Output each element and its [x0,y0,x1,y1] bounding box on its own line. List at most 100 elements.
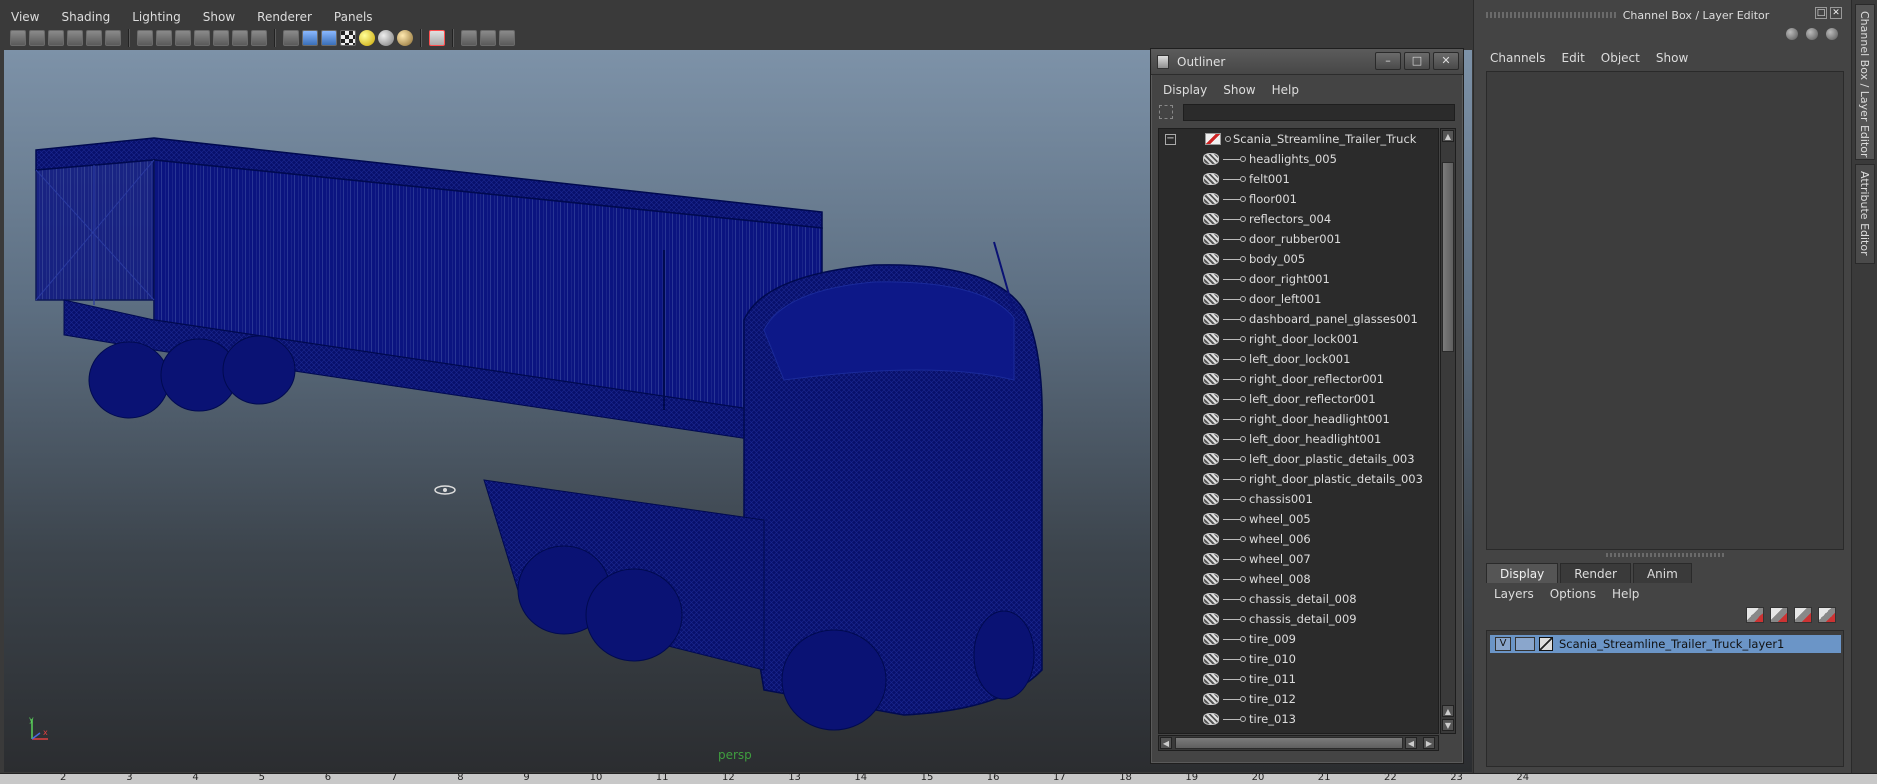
scroll-up-arrow-icon[interactable]: ▲ [1442,705,1454,717]
close-button[interactable]: ✕ [1433,52,1459,70]
filter-icon[interactable] [1159,105,1173,119]
menu-channels[interactable]: Channels [1482,51,1554,65]
tree-row[interactable]: left_door_lock001 [1159,349,1438,369]
minimize-button[interactable]: – [1375,52,1401,70]
gate-mask-icon[interactable] [194,30,210,46]
collapse-toggle[interactable]: − [1165,133,1176,145]
wireframe-icon[interactable] [283,30,299,46]
field-chart-icon[interactable] [213,30,229,46]
tree-row[interactable]: tire_011 [1159,669,1438,689]
horizontal-scroll-thumb[interactable] [1175,737,1403,749]
menu-lighting[interactable]: Lighting [121,10,192,24]
isolate-select-icon[interactable] [429,30,445,46]
layer-visibility-toggle[interactable]: V [1495,637,1511,651]
select-camera-icon[interactable] [10,30,26,46]
side-tab-channel-box[interactable]: Channel Box / Layer Editor [1855,4,1875,160]
menu-edit[interactable]: Edit [1554,51,1593,65]
tree-row[interactable]: chassis001 [1159,489,1438,509]
vertical-scroll-thumb[interactable] [1442,162,1454,352]
wireframe-on-shaded-icon[interactable] [321,30,337,46]
tree-row[interactable]: headlights_005 [1159,149,1438,169]
menu-options[interactable]: Options [1542,587,1604,601]
layer-color-swatch[interactable] [1539,637,1553,651]
tree-row[interactable]: reflectors_004 [1159,209,1438,229]
tree-row[interactable]: door_left001 [1159,289,1438,309]
image-plane-icon[interactable] [67,30,83,46]
menu-layers[interactable]: Layers [1486,587,1542,601]
tab-render[interactable]: Render [1560,563,1631,583]
shadows-icon[interactable] [378,30,394,46]
tree-row[interactable]: floor001 [1159,189,1438,209]
scroll-up-arrow-icon[interactable]: ▲ [1442,130,1454,142]
menu-view[interactable]: View [0,10,50,24]
bookmark-icon[interactable] [48,30,64,46]
outliner-titlebar[interactable]: Outliner – □ ✕ [1151,49,1463,75]
menu-show[interactable]: Show [192,10,246,24]
hyperbolic-icon[interactable] [1826,28,1838,40]
grid-icon[interactable] [137,30,153,46]
tree-row[interactable]: wheel_008 [1159,569,1438,589]
menu-show-channels[interactable]: Show [1648,51,1696,65]
resolution-gate-icon[interactable] [175,30,191,46]
move-layer-up-icon[interactable] [1746,607,1764,623]
outliner-menu-help[interactable]: Help [1264,83,1307,97]
tree-row[interactable]: left_door_headlight001 [1159,429,1438,449]
safe-title-icon[interactable] [251,30,267,46]
close-panel-button[interactable]: ✕ [1830,7,1842,19]
manipulator-pivot-icon[interactable] [434,485,456,495]
tree-row[interactable]: door_right001 [1159,269,1438,289]
scroll-right-arrow-icon[interactable]: ▶ [1423,737,1435,749]
textured-icon[interactable] [340,30,356,46]
tree-row[interactable]: wheel_005 [1159,509,1438,529]
tree-row-root[interactable]: − Scania_Streamline_Trailer_Truck [1159,129,1438,149]
ambient-occlusion-icon[interactable] [397,30,413,46]
side-tab-attribute-editor[interactable]: Attribute Editor [1855,164,1875,264]
menu-shading[interactable]: Shading [50,10,121,24]
scroll-left-arrow-icon[interactable]: ◀ [1160,737,1172,749]
xray-components-icon[interactable] [499,30,515,46]
new-empty-layer-icon[interactable] [1794,607,1812,623]
outliner-vertical-scrollbar[interactable]: ▲ ▲ ▼ [1440,128,1456,734]
xray-icon[interactable] [461,30,477,46]
trailer-wheels[interactable] [88,335,296,419]
menu-help[interactable]: Help [1604,587,1647,601]
tree-row[interactable]: right_door_reflector001 [1159,369,1438,389]
tree-row[interactable]: tire_013 [1159,709,1438,729]
camera-attributes-icon[interactable] [29,30,45,46]
xray-joints-icon[interactable] [480,30,496,46]
grease-pencil-icon[interactable] [105,30,121,46]
tree-row[interactable]: dashboard_panel_glasses001 [1159,309,1438,329]
use-all-lights-icon[interactable] [359,30,375,46]
move-layer-down-icon[interactable] [1770,607,1788,623]
menu-renderer[interactable]: Renderer [246,10,323,24]
layer-display-type-toggle[interactable] [1515,637,1535,651]
tree-row[interactable]: felt001 [1159,169,1438,189]
outliner-search-input[interactable] [1183,103,1455,121]
tree-row[interactable]: tire_014 [1159,729,1438,733]
panel-splitter[interactable] [1606,553,1726,557]
float-panel-button[interactable]: □ [1815,7,1827,19]
tree-row[interactable]: body_005 [1159,249,1438,269]
tree-row[interactable]: tire_010 [1159,649,1438,669]
tab-display[interactable]: Display [1486,563,1559,583]
safe-action-icon[interactable] [232,30,248,46]
tree-row[interactable]: tire_012 [1159,689,1438,709]
layer-row[interactable]: V Scania_Streamline_Trailer_Truck_layer1 [1490,635,1841,653]
scroll-down-arrow-icon[interactable]: ▼ [1442,719,1454,731]
menu-object[interactable]: Object [1593,51,1648,65]
outliner-horizontal-scrollbar[interactable]: ◀ ◀ ▶ [1158,735,1439,751]
tree-row[interactable]: tire_009 [1159,629,1438,649]
tree-row[interactable]: chassis_detail_009 [1159,609,1438,629]
tree-row[interactable]: door_rubber001 [1159,229,1438,249]
scroll-left-arrow-icon[interactable]: ◀ [1405,737,1417,749]
manipulator-icon[interactable] [1786,28,1798,40]
smooth-shade-icon[interactable] [302,30,318,46]
outliner-menu-show[interactable]: Show [1215,83,1263,97]
tree-row[interactable]: right_door_lock001 [1159,329,1438,349]
film-gate-icon[interactable] [156,30,172,46]
tree-row[interactable]: wheel_006 [1159,529,1438,549]
maximize-button[interactable]: □ [1404,52,1430,70]
tree-row[interactable]: left_door_reflector001 [1159,389,1438,409]
time-ruler[interactable]: 2 3 4 5 6 7 8 9 10 11 12 13 14 15 16 17 18 19 20 21 22 23 24 [0,773,1877,784]
outliner-menu-display[interactable]: Display [1155,83,1215,97]
